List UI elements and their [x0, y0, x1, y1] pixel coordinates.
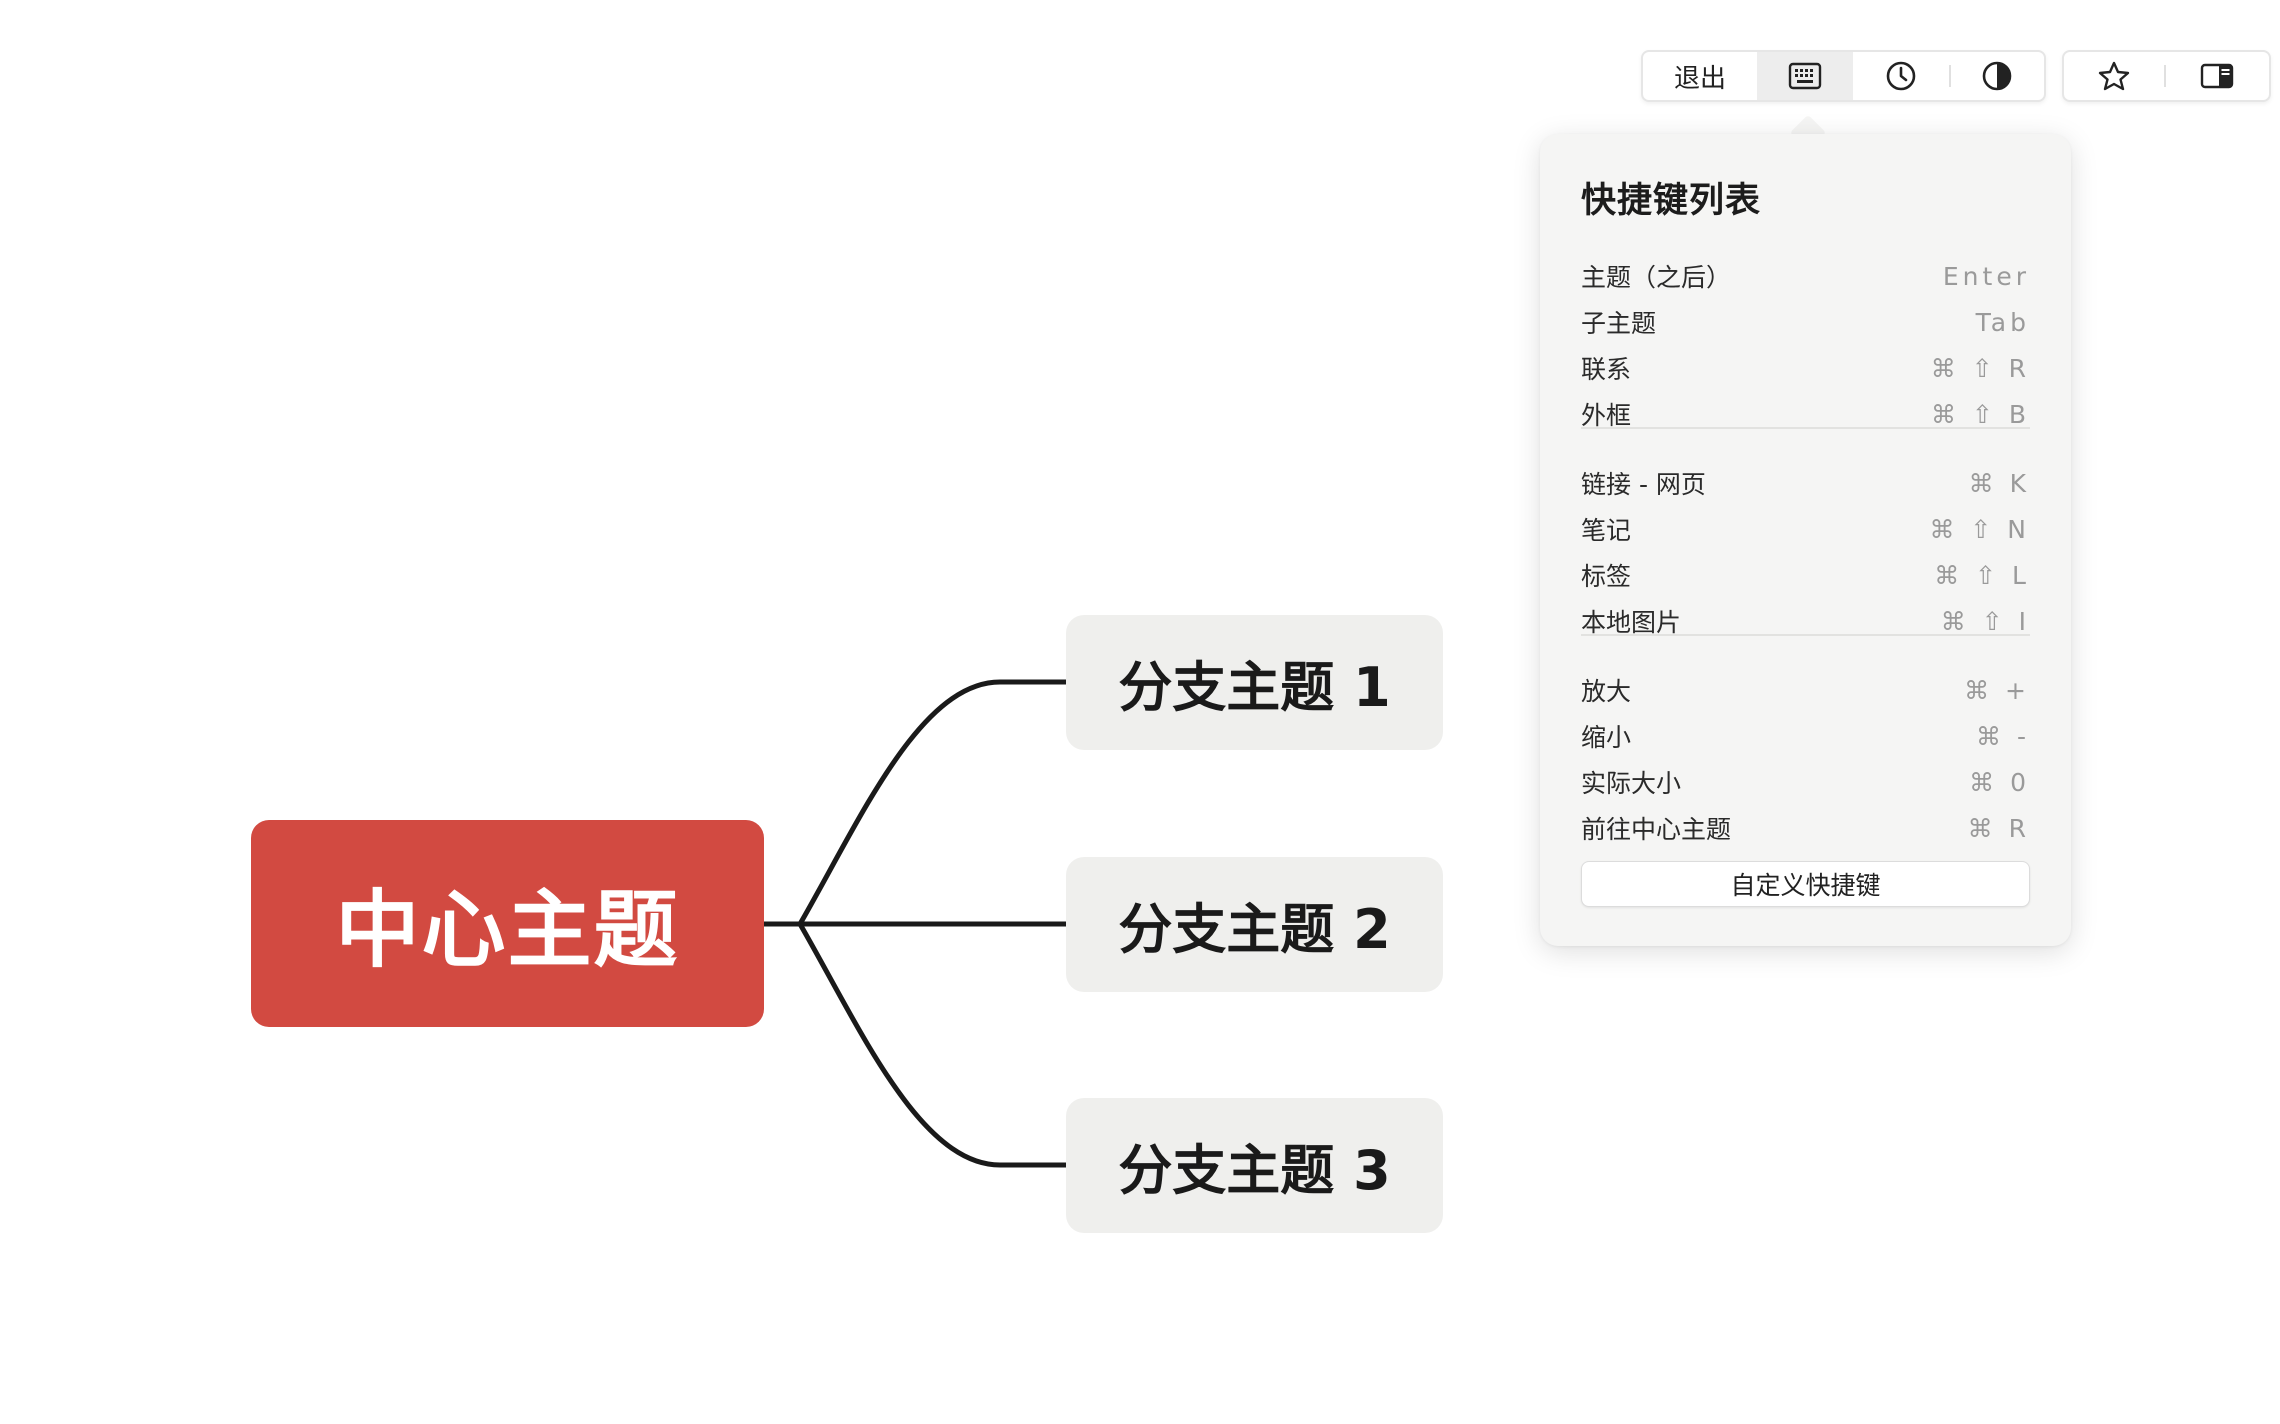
- history-button[interactable]: [1853, 52, 1949, 100]
- panel-icon: [2201, 63, 2234, 89]
- shortcut-key: Tab: [1975, 307, 2030, 337]
- shortcut-row: 链接 - 网页 ⌘ K: [1581, 463, 2030, 503]
- shortcut-row: 前往中心主题 ⌘ R: [1581, 808, 2030, 848]
- shortcut-key: ⌘ 0: [1969, 767, 2030, 797]
- connector-line-3: [761, 921, 1069, 1168]
- branch-topic-1[interactable]: 分支主题 1: [1066, 615, 1443, 750]
- shortcut-label: 放大: [1581, 677, 1632, 706]
- shortcut-row: 放大 ⌘ +: [1581, 670, 2030, 710]
- shortcut-key: Enter: [1942, 261, 2030, 291]
- customize-shortcuts-button[interactable]: 自定义快捷键: [1581, 861, 2030, 907]
- theme-button[interactable]: [1951, 52, 2043, 100]
- central-topic[interactable]: 中心主题: [251, 820, 764, 1027]
- shortcut-key: ⌘ K: [1968, 468, 2030, 498]
- shortcut-key: ⌘ ⇧ B: [1931, 399, 2030, 429]
- branch-topic-3[interactable]: 分支主题 3: [1066, 1098, 1443, 1233]
- exit-button[interactable]: 退出: [1643, 52, 1757, 100]
- keyboard-icon: [1788, 62, 1822, 90]
- favorite-button[interactable]: [2064, 52, 2164, 100]
- shortcut-row: 笔记 ⌘ ⇧ N: [1581, 509, 2030, 549]
- shortcut-key: ⌘ ⇧ N: [1929, 514, 2030, 544]
- shortcut-key: ⌘ R: [1967, 813, 2030, 843]
- clock-icon: [1886, 61, 1916, 91]
- shortcut-label: 标签: [1581, 562, 1632, 591]
- star-icon: [2098, 61, 2129, 91]
- shortcut-row: 联系 ⌘ ⇧ R: [1581, 348, 2030, 388]
- popover-title: 快捷键列表: [1581, 181, 1762, 221]
- shortcut-label: 实际大小: [1581, 769, 1682, 798]
- shortcut-label: 主题（之后）: [1581, 263, 1732, 292]
- branch-topic-2[interactable]: 分支主题 2: [1066, 857, 1443, 992]
- shortcut-label: 笔记: [1581, 516, 1632, 545]
- mindmap-canvas[interactable]: 中心主题 分支主题 1 分支主题 2 分支主题 3 退出 快捷键列表 主题（之后…: [0, 0, 2280, 1424]
- shortcut-row: 标签 ⌘ ⇧ L: [1581, 555, 2030, 595]
- connector-line-1: [761, 679, 1069, 927]
- shortcut-divider: [1581, 427, 2030, 429]
- shortcut-key: ⌘ ⇧ L: [1934, 560, 2030, 590]
- shortcut-label: 子主题: [1581, 309, 1657, 338]
- shortcut-row: 子主题 Tab: [1581, 302, 2030, 342]
- shortcuts-popover: 快捷键列表 主题（之后） Enter 子主题 Tab 联系 ⌘ ⇧ R 外框 ⌘…: [1540, 134, 2071, 946]
- shortcut-label: 链接 - 网页: [1581, 470, 1706, 499]
- shortcut-label: 联系: [1581, 355, 1632, 384]
- shortcut-divider: [1581, 634, 2030, 636]
- shortcut-row: 缩小 ⌘ -: [1581, 716, 2030, 756]
- shortcut-key: ⌘ +: [1964, 675, 2030, 705]
- side-panel-button[interactable]: [2166, 52, 2270, 100]
- contrast-icon: [1982, 61, 2012, 91]
- toolbar-side: [2062, 50, 2271, 102]
- keyboard-shortcuts-button[interactable]: [1757, 52, 1853, 100]
- toolbar-main: 退出: [1641, 50, 2046, 102]
- shortcut-row: 主题（之后） Enter: [1581, 256, 2030, 296]
- shortcut-key: ⌘ -: [1976, 721, 2030, 751]
- shortcut-row: 实际大小 ⌘ 0: [1581, 762, 2030, 802]
- shortcut-label: 缩小: [1581, 723, 1632, 752]
- shortcut-label: 前往中心主题: [1581, 815, 1732, 844]
- shortcut-key: ⌘ ⇧ R: [1930, 353, 2030, 383]
- shortcut-key: ⌘ ⇧ I: [1940, 606, 2030, 636]
